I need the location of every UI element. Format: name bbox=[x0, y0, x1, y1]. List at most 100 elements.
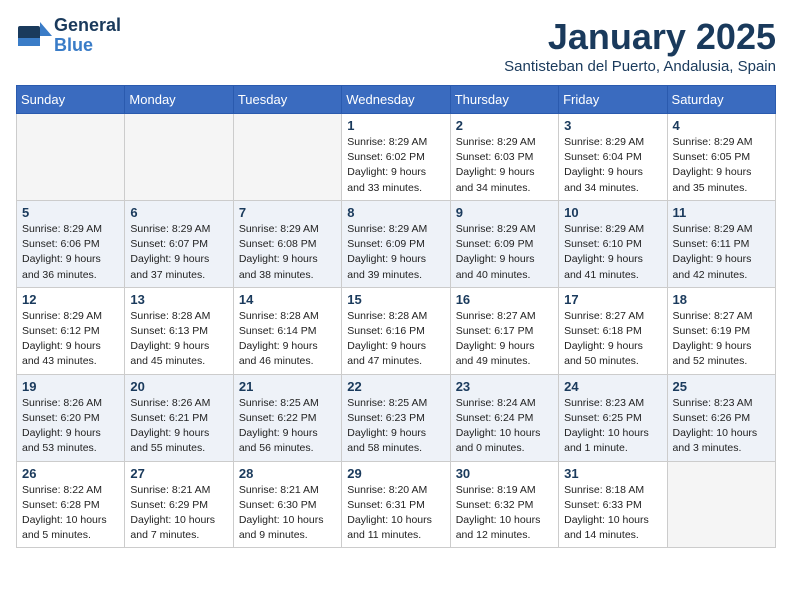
day-info: Sunrise: 8:21 AM Sunset: 6:29 PM Dayligh… bbox=[130, 483, 227, 544]
calendar-cell bbox=[125, 114, 233, 201]
day-info: Sunrise: 8:29 AM Sunset: 6:10 PM Dayligh… bbox=[564, 222, 661, 283]
day-number: 18 bbox=[673, 292, 770, 307]
calendar-cell: 23 Sunrise: 8:24 AM Sunset: 6:24 PM Dayli… bbox=[450, 374, 558, 461]
day-info: Sunrise: 8:25 AM Sunset: 6:23 PM Dayligh… bbox=[347, 396, 444, 457]
day-number: 28 bbox=[239, 466, 336, 481]
calendar-cell: 6 Sunrise: 8:29 AM Sunset: 6:07 PM Daylig… bbox=[125, 200, 233, 287]
calendar-cell: 21Sunrise: 8:25 AM Sunset: 6:22 PM Dayli… bbox=[233, 374, 341, 461]
calendar-cell: 14 Sunrise: 8:28 AM Sunset: 6:14 PM Dayli… bbox=[233, 287, 341, 374]
day-info: Sunrise: 8:21 AM Sunset: 6:30 PM Dayligh… bbox=[239, 483, 336, 544]
calendar-cell: 31Sunrise: 8:18 AM Sunset: 6:33 PM Dayli… bbox=[559, 461, 667, 548]
weekday-header-wednesday: Wednesday bbox=[342, 86, 450, 114]
logo-icon bbox=[16, 18, 52, 54]
calendar-cell: 26 Sunrise: 8:22 AM Sunset: 6:28 PM Dayli… bbox=[17, 461, 125, 548]
day-number: 20 bbox=[130, 379, 227, 394]
day-info: Sunrise: 8:27 AM Sunset: 6:18 PM Dayligh… bbox=[564, 309, 661, 370]
day-info: Sunrise: 8:29 AM Sunset: 6:02 PM Dayligh… bbox=[347, 135, 444, 196]
header: General Blue January 2025 Santisteban de… bbox=[16, 16, 776, 75]
logo: General Blue bbox=[16, 16, 121, 56]
day-info: Sunrise: 8:29 AM Sunset: 6:09 PM Dayligh… bbox=[347, 222, 444, 283]
day-info: Sunrise: 8:28 AM Sunset: 6:14 PM Dayligh… bbox=[239, 309, 336, 370]
weekday-header-saturday: Saturday bbox=[667, 86, 775, 114]
day-number: 8 bbox=[347, 205, 444, 220]
day-number: 2 bbox=[456, 118, 553, 133]
calendar-cell: 12 Sunrise: 8:29 AM Sunset: 6:12 PM Dayli… bbox=[17, 287, 125, 374]
location-subtitle: Santisteban del Puerto, Andalusia, Spain bbox=[504, 58, 776, 75]
calendar-cell: 25Sunrise: 8:23 AM Sunset: 6:26 PM Dayli… bbox=[667, 374, 775, 461]
day-number: 30 bbox=[456, 466, 553, 481]
day-info: Sunrise: 8:29 AM Sunset: 6:11 PM Dayligh… bbox=[673, 222, 770, 283]
day-number: 10 bbox=[564, 205, 661, 220]
day-number: 16 bbox=[456, 292, 553, 307]
calendar-cell: 7Sunrise: 8:29 AM Sunset: 6:08 PM Daylig… bbox=[233, 200, 341, 287]
calendar-cell: 11 Sunrise: 8:29 AM Sunset: 6:11 PM Dayli… bbox=[667, 200, 775, 287]
day-info: Sunrise: 8:29 AM Sunset: 6:03 PM Dayligh… bbox=[456, 135, 553, 196]
weekday-header-thursday: Thursday bbox=[450, 86, 558, 114]
day-info: Sunrise: 8:27 AM Sunset: 6:17 PM Dayligh… bbox=[456, 309, 553, 370]
day-number: 3 bbox=[564, 118, 661, 133]
calendar-cell bbox=[17, 114, 125, 201]
day-number: 15 bbox=[347, 292, 444, 307]
day-info: Sunrise: 8:26 AM Sunset: 6:20 PM Dayligh… bbox=[22, 396, 119, 457]
day-info: Sunrise: 8:29 AM Sunset: 6:06 PM Dayligh… bbox=[22, 222, 119, 283]
weekday-header-friday: Friday bbox=[559, 86, 667, 114]
calendar-cell: 1Sunrise: 8:29 AM Sunset: 6:02 PM Daylig… bbox=[342, 114, 450, 201]
calendar-cell: 27 Sunrise: 8:21 AM Sunset: 6:29 PM Dayli… bbox=[125, 461, 233, 548]
day-info: Sunrise: 8:29 AM Sunset: 6:08 PM Dayligh… bbox=[239, 222, 336, 283]
day-info: Sunrise: 8:18 AM Sunset: 6:33 PM Dayligh… bbox=[564, 483, 661, 544]
day-number: 12 bbox=[22, 292, 119, 307]
day-info: Sunrise: 8:29 AM Sunset: 6:04 PM Dayligh… bbox=[564, 135, 661, 196]
calendar-cell: 22 Sunrise: 8:25 AM Sunset: 6:23 PM Dayli… bbox=[342, 374, 450, 461]
day-info: Sunrise: 8:27 AM Sunset: 6:19 PM Dayligh… bbox=[673, 309, 770, 370]
day-info: Sunrise: 8:24 AM Sunset: 6:24 PM Dayligh… bbox=[456, 396, 553, 457]
calendar-cell: 2 Sunrise: 8:29 AM Sunset: 6:03 PM Daylig… bbox=[450, 114, 558, 201]
day-info: Sunrise: 8:28 AM Sunset: 6:16 PM Dayligh… bbox=[347, 309, 444, 370]
day-info: Sunrise: 8:22 AM Sunset: 6:28 PM Dayligh… bbox=[22, 483, 119, 544]
calendar-cell bbox=[667, 461, 775, 548]
day-number: 11 bbox=[673, 205, 770, 220]
calendar-cell: 24Sunrise: 8:23 AM Sunset: 6:25 PM Dayli… bbox=[559, 374, 667, 461]
calendar-cell: 17 Sunrise: 8:27 AM Sunset: 6:18 PM Dayli… bbox=[559, 287, 667, 374]
day-info: Sunrise: 8:19 AM Sunset: 6:32 PM Dayligh… bbox=[456, 483, 553, 544]
day-number: 27 bbox=[130, 466, 227, 481]
calendar-table: SundayMondayTuesdayWednesdayThursdayFrid… bbox=[16, 85, 776, 548]
day-info: Sunrise: 8:29 AM Sunset: 6:12 PM Dayligh… bbox=[22, 309, 119, 370]
day-number: 22 bbox=[347, 379, 444, 394]
calendar-cell: 13Sunrise: 8:28 AM Sunset: 6:13 PM Dayli… bbox=[125, 287, 233, 374]
weekday-header-row: SundayMondayTuesdayWednesdayThursdayFrid… bbox=[17, 86, 776, 114]
day-number: 21 bbox=[239, 379, 336, 394]
logo-text-general: General bbox=[54, 16, 121, 36]
calendar-cell: 19Sunrise: 8:26 AM Sunset: 6:20 PM Dayli… bbox=[17, 374, 125, 461]
calendar-cell: 3 Sunrise: 8:29 AM Sunset: 6:04 PM Daylig… bbox=[559, 114, 667, 201]
calendar-cell: 10 Sunrise: 8:29 AM Sunset: 6:10 PM Dayli… bbox=[559, 200, 667, 287]
calendar-cell: 8 Sunrise: 8:29 AM Sunset: 6:09 PM Daylig… bbox=[342, 200, 450, 287]
calendar-cell bbox=[233, 114, 341, 201]
day-number: 14 bbox=[239, 292, 336, 307]
weekday-header-tuesday: Tuesday bbox=[233, 86, 341, 114]
day-info: Sunrise: 8:26 AM Sunset: 6:21 PM Dayligh… bbox=[130, 396, 227, 457]
calendar-cell: 30 Sunrise: 8:19 AM Sunset: 6:32 PM Dayli… bbox=[450, 461, 558, 548]
day-info: Sunrise: 8:29 AM Sunset: 6:09 PM Dayligh… bbox=[456, 222, 553, 283]
calendar-cell: 15 Sunrise: 8:28 AM Sunset: 6:16 PM Dayli… bbox=[342, 287, 450, 374]
day-number: 25 bbox=[673, 379, 770, 394]
calendar-cell: 18 Sunrise: 8:27 AM Sunset: 6:19 PM Dayli… bbox=[667, 287, 775, 374]
month-title: January 2025 bbox=[504, 16, 776, 58]
weekday-header-monday: Monday bbox=[125, 86, 233, 114]
day-info: Sunrise: 8:29 AM Sunset: 6:07 PM Dayligh… bbox=[130, 222, 227, 283]
day-info: Sunrise: 8:28 AM Sunset: 6:13 PM Dayligh… bbox=[130, 309, 227, 370]
day-number: 24 bbox=[564, 379, 661, 394]
calendar-cell: 5 Sunrise: 8:29 AM Sunset: 6:06 PM Daylig… bbox=[17, 200, 125, 287]
day-number: 17 bbox=[564, 292, 661, 307]
day-number: 6 bbox=[130, 205, 227, 220]
logo-text-blue: Blue bbox=[54, 36, 121, 56]
calendar-week-row: 5 Sunrise: 8:29 AM Sunset: 6:06 PM Daylig… bbox=[17, 200, 776, 287]
calendar-cell: 9Sunrise: 8:29 AM Sunset: 6:09 PM Daylig… bbox=[450, 200, 558, 287]
calendar-cell: 16 Sunrise: 8:27 AM Sunset: 6:17 PM Dayli… bbox=[450, 287, 558, 374]
calendar-cell: 20 Sunrise: 8:26 AM Sunset: 6:21 PM Dayli… bbox=[125, 374, 233, 461]
calendar-cell: 28 Sunrise: 8:21 AM Sunset: 6:30 PM Dayli… bbox=[233, 461, 341, 548]
weekday-header-sunday: Sunday bbox=[17, 86, 125, 114]
day-number: 29 bbox=[347, 466, 444, 481]
day-number: 26 bbox=[22, 466, 119, 481]
day-number: 5 bbox=[22, 205, 119, 220]
day-number: 23 bbox=[456, 379, 553, 394]
